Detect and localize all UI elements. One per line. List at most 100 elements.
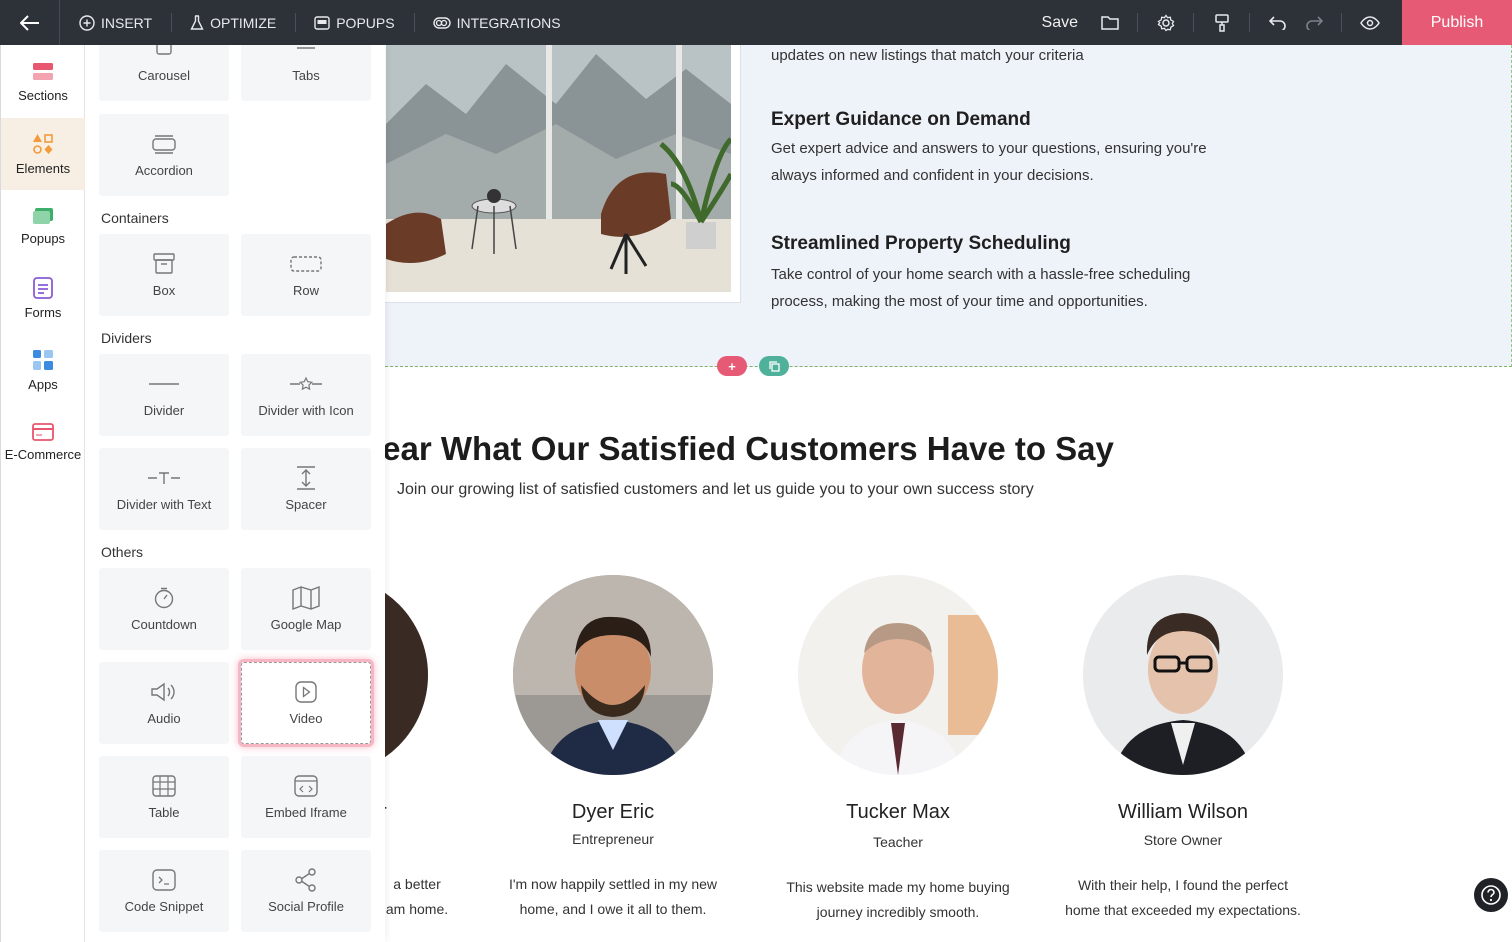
row-icon — [290, 253, 322, 275]
paint-brush-icon — [1215, 13, 1229, 32]
text-divider-icon — [147, 467, 181, 489]
element-countdown[interactable]: Countdown — [99, 568, 229, 650]
save-button[interactable]: Save — [1042, 14, 1078, 32]
sections-icon — [33, 62, 53, 80]
shapes-icon — [33, 133, 53, 154]
person-role: Store Owner — [1143, 832, 1223, 848]
rail-item-label: Sections — [18, 87, 68, 103]
element-label: Code Snippet — [124, 898, 204, 914]
features-section[interactable]: updates on new listings that match your … — [385, 45, 1512, 367]
element-social-profile[interactable]: Social Profile — [241, 850, 371, 932]
element-box[interactable]: Box — [99, 234, 229, 316]
preview-button[interactable] — [1356, 0, 1384, 45]
person-role: Teacher — [873, 834, 923, 850]
box-icon — [153, 252, 175, 275]
popups-icon — [33, 207, 53, 224]
element-embed-iframe[interactable]: Embed Iframe — [241, 756, 371, 838]
nav-integrations-label: INTEGRATIONS — [456, 14, 561, 31]
rail-item-label: Elements — [15, 160, 71, 176]
add-section-button[interactable]: + — [717, 356, 747, 376]
table-icon — [152, 774, 176, 797]
undo-button[interactable] — [1264, 0, 1292, 45]
avatar — [798, 575, 998, 775]
nav-insert-label: INSERT — [101, 14, 153, 31]
element-accordion[interactable]: Accordion — [99, 114, 229, 196]
redo-button[interactable] — [1300, 0, 1342, 45]
element-table[interactable]: Table — [99, 756, 229, 838]
element-label: Audio — [147, 710, 181, 726]
left-rail: Sections Elements Popups Forms Apps E-Co… — [0, 45, 85, 942]
element-label: Carousel — [137, 67, 191, 83]
feature-text: always informed and confident in your de… — [771, 167, 1094, 184]
element-label: Google Map — [270, 616, 342, 632]
element-spacer[interactable]: Spacer — [241, 448, 371, 530]
question-mark-icon — [1481, 885, 1501, 905]
redo-icon — [1306, 15, 1323, 30]
style-brush-button[interactable] — [1208, 0, 1250, 45]
rail-item-forms[interactable]: Forms — [1, 262, 85, 334]
nav-integrations[interactable]: INTEGRATIONS — [413, 0, 580, 45]
speaker-icon — [151, 681, 177, 703]
element-label: Divider with Icon — [258, 402, 354, 418]
element-label: Countdown — [131, 616, 197, 632]
element-divider[interactable]: Divider — [99, 354, 229, 436]
features-image-card[interactable] — [385, 45, 741, 303]
element-code-snippet[interactable]: Code Snippet — [99, 850, 229, 932]
living-room-image — [386, 45, 731, 292]
rail-item-label: E-Commerce — [4, 446, 82, 462]
element-video[interactable]: Video — [241, 662, 371, 744]
element-label: Social Profile — [268, 898, 344, 914]
avatar — [1083, 575, 1283, 775]
person-quote: With their help, I found the perfect — [1077, 877, 1289, 893]
back-button[interactable] — [0, 0, 60, 45]
undo-icon — [1269, 15, 1286, 30]
folder-button[interactable] — [1096, 0, 1138, 45]
person-name: Tucker Max — [846, 801, 950, 823]
publish-button[interactable]: Publish — [1402, 0, 1512, 45]
carousel-icon — [152, 45, 176, 60]
person-quote: journey incredibly smooth. — [816, 904, 980, 920]
group-title-dividers: Dividers — [101, 330, 152, 346]
person-quote: home that exceeded my expectations. — [1065, 902, 1301, 918]
nav-optimize-label: OPTIMIZE — [210, 14, 277, 31]
avatar — [385, 575, 428, 775]
help-button[interactable] — [1474, 878, 1508, 912]
rail-item-apps[interactable]: Apps — [1, 334, 85, 406]
copy-section-button[interactable] — [759, 356, 789, 376]
element-label: Divider with Text — [116, 496, 212, 512]
rail-item-label: Apps — [28, 376, 58, 392]
plus-circle-icon — [79, 14, 95, 31]
nav-popups[interactable]: POPUPS — [295, 0, 413, 45]
rail-item-ecommerce[interactable]: E-Commerce — [1, 406, 85, 478]
element-label: Row — [292, 282, 319, 298]
rail-item-label: Popups — [20, 230, 66, 246]
play-video-icon — [295, 680, 317, 703]
element-divider-with-text[interactable]: Divider with Text — [99, 448, 229, 530]
element-carousel[interactable]: Carousel — [99, 45, 229, 101]
settings-button[interactable] — [1152, 0, 1194, 45]
toggle-link-icon — [432, 16, 451, 29]
feature-title: Streamlined Property Scheduling — [771, 233, 1071, 254]
nav-optimize[interactable]: OPTIMIZE — [171, 0, 295, 45]
rail-item-label: Forms — [24, 304, 62, 320]
element-tabs[interactable]: Tabs — [241, 45, 371, 101]
testimonials-subtitle: Join our growing list of satisfied custo… — [397, 481, 1034, 498]
element-row[interactable]: Row — [241, 234, 371, 316]
divider-icon — [148, 373, 180, 395]
nav-insert[interactable]: INSERT — [60, 0, 171, 45]
person-quote: home, and I owe it all to them. — [519, 901, 707, 917]
element-audio[interactable]: Audio — [99, 662, 229, 744]
feature-text: Take control of your home search with a … — [771, 266, 1191, 283]
element-divider-with-icon[interactable]: Divider with Icon — [241, 354, 371, 436]
element-label: Embed Iframe — [265, 804, 347, 820]
star-divider-icon — [289, 373, 323, 395]
element-label: Box — [152, 282, 176, 298]
rail-item-sections[interactable]: Sections — [1, 46, 85, 118]
rail-item-popups[interactable]: Popups — [1, 190, 85, 262]
element-label: Tabs — [292, 67, 320, 83]
apps-grid-icon — [33, 349, 53, 370]
element-google-map[interactable]: Google Map — [241, 568, 371, 650]
element-label: Table — [148, 804, 180, 820]
toolbar-actions: Save Publish — [1042, 0, 1512, 45]
rail-item-elements[interactable]: Elements — [1, 118, 85, 190]
